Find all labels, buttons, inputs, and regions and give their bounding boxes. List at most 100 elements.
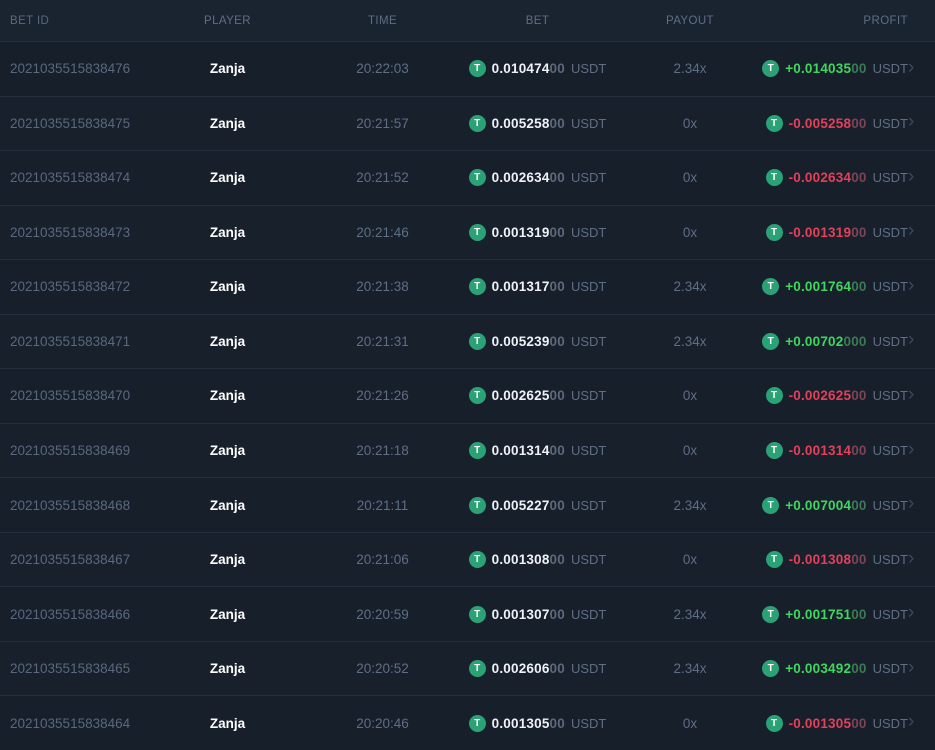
- tether-usdt-icon: T: [762, 496, 780, 514]
- table-row[interactable]: 2021035515838474 Zanja 20:21:52 T 0.0026…: [0, 150, 935, 205]
- player-name: Zanja: [209, 115, 246, 131]
- profit-amount-significant: +0.001764: [785, 279, 852, 295]
- profit-amount-trailing-zeros: 00: [851, 115, 867, 131]
- profit-cell: T +0.00175100 USDT: [762, 605, 908, 623]
- bet-amount-cell: T 0.01047400 USDT: [465, 60, 610, 78]
- bet-amount-significant: 0.001305: [491, 715, 550, 731]
- player-name: Zanja: [209, 224, 246, 240]
- currency-label: USDT: [570, 333, 607, 349]
- tether-usdt-icon: T: [762, 332, 780, 350]
- currency-label: USDT: [570, 115, 607, 131]
- column-header-player: PLAYER: [204, 14, 251, 27]
- profit-amount-significant: -0.001308: [788, 552, 852, 568]
- profit-amount-significant: +0.007004: [785, 497, 852, 513]
- chevron-right-icon[interactable]: ›: [908, 603, 935, 625]
- bet-amount: 0.00131900: [492, 225, 565, 240]
- table-row[interactable]: 2021035515838476 Zanja 20:22:03 T 0.0104…: [0, 41, 935, 96]
- bet-id: 2021035515838468: [10, 497, 131, 513]
- player-name: Zanja: [209, 279, 246, 295]
- table-row[interactable]: 2021035515838473 Zanja 20:21:46 T 0.0013…: [0, 204, 935, 260]
- profit-amount-trailing-zeros: 000: [843, 333, 867, 349]
- bet-amount: 0.00131700: [492, 279, 565, 294]
- payout-multiplier: 2.34x: [673, 279, 707, 295]
- tether-usdt-icon: T: [468, 223, 486, 241]
- bet-amount-cell: T 0.00131900 USDT: [465, 223, 610, 241]
- currency-label: USDT: [570, 170, 607, 186]
- profit-amount-significant: -0.001305: [788, 715, 852, 731]
- tether-usdt-icon: T: [762, 60, 780, 78]
- chevron-right-icon[interactable]: ›: [908, 167, 935, 189]
- bet-amount: 0.00522700: [492, 498, 565, 513]
- chevron-right-icon[interactable]: ›: [908, 112, 935, 134]
- chevron-right-icon[interactable]: ›: [908, 276, 935, 298]
- table-row[interactable]: 2021035515838465 Zanja 20:20:52 T 0.0026…: [0, 640, 935, 696]
- profit-amount-trailing-zeros: 00: [851, 497, 867, 513]
- tether-usdt-icon: T: [468, 114, 486, 132]
- bet-amount-significant: 0.001308: [491, 552, 550, 568]
- chevron-right-icon[interactable]: ›: [908, 494, 935, 516]
- chevron-right-icon[interactable]: ›: [908, 330, 935, 352]
- chevron-right-icon[interactable]: ›: [908, 440, 935, 462]
- table-row[interactable]: 2021035515838472 Zanja 20:21:38 T 0.0013…: [0, 259, 935, 314]
- profit-amount: -0.00525800: [789, 116, 867, 131]
- bet-amount: 0.00130800: [492, 552, 565, 567]
- currency-label: USDT: [570, 61, 607, 77]
- profit-amount-trailing-zeros: 00: [851, 388, 867, 404]
- bet-id: 2021035515838469: [10, 443, 131, 459]
- chevron-right-icon[interactable]: ›: [908, 712, 935, 734]
- bet-time: 20:21:06: [356, 552, 409, 568]
- player-name: Zanja: [209, 170, 246, 186]
- payout-multiplier: 0x: [682, 170, 698, 186]
- player-name: Zanja: [209, 497, 246, 513]
- bet-amount-significant: 0.001314: [491, 443, 550, 459]
- chevron-right-icon[interactable]: ›: [908, 221, 935, 243]
- chevron-right-icon[interactable]: ›: [908, 658, 935, 680]
- profit-cell: T -0.00262500 USDT: [765, 387, 908, 405]
- currency-label: USDT: [872, 606, 908, 622]
- table-row[interactable]: 2021035515838470 Zanja 20:21:26 T 0.0026…: [0, 368, 935, 423]
- bet-amount-significant: 0.002634: [491, 170, 550, 186]
- bet-amount: 0.00130500: [492, 716, 565, 731]
- table-row[interactable]: 2021035515838468 Zanja 20:21:11 T 0.0052…: [0, 477, 935, 532]
- bet-id: 2021035515838465: [10, 661, 131, 677]
- bet-amount-cell: T 0.00131400 USDT: [465, 442, 610, 460]
- bet-amount: 0.01047400: [492, 61, 565, 76]
- currency-label: USDT: [570, 715, 607, 731]
- table-row[interactable]: 2021035515838467 Zanja 20:21:06 T 0.0013…: [0, 531, 935, 587]
- bet-amount-significant: 0.005258: [491, 115, 550, 131]
- bet-time: 20:21:57: [356, 115, 409, 131]
- bet-amount: 0.00263400: [492, 170, 565, 185]
- tether-usdt-icon: T: [762, 605, 780, 623]
- bet-amount-trailing-zeros: 00: [549, 443, 565, 459]
- currency-label: USDT: [570, 497, 607, 513]
- tether-usdt-icon: T: [765, 442, 783, 460]
- profit-cell: T -0.00131400 USDT: [765, 442, 908, 460]
- bet-id: 2021035515838466: [10, 606, 131, 622]
- profit-amount-significant: +0.00702: [785, 333, 844, 349]
- tether-usdt-icon: T: [468, 387, 486, 405]
- table-row[interactable]: 2021035515838469 Zanja 20:21:18 T 0.0013…: [0, 422, 935, 478]
- currency-label: USDT: [872, 170, 908, 186]
- chevron-right-icon[interactable]: ›: [908, 58, 935, 80]
- profit-cell: T +0.00702000 USDT: [762, 332, 908, 350]
- bet-amount-significant: 0.005227: [491, 497, 550, 513]
- table-row[interactable]: 2021035515838471 Zanja 20:21:31 T 0.0052…: [0, 313, 935, 369]
- bet-history-table: BET ID PLAYER TIME BET PAYOUT PROFIT 202…: [0, 0, 935, 750]
- table-row[interactable]: 2021035515838475 Zanja 20:21:57 T 0.0052…: [0, 95, 935, 151]
- table-row[interactable]: 2021035515838466 Zanja 20:20:59 T 0.0013…: [0, 586, 935, 641]
- payout-multiplier: 0x: [682, 115, 698, 131]
- bet-time: 20:21:11: [356, 497, 409, 513]
- chevron-right-icon[interactable]: ›: [908, 385, 935, 407]
- tether-usdt-icon: T: [468, 60, 486, 78]
- bet-amount-cell: T 0.00130500 USDT: [465, 714, 610, 732]
- bet-amount-trailing-zeros: 00: [549, 279, 565, 295]
- profit-amount: -0.00262500: [789, 388, 867, 403]
- chevron-right-icon[interactable]: ›: [908, 549, 935, 571]
- table-row[interactable]: 2021035515838464 Zanja 20:20:46 T 0.0013…: [0, 695, 935, 750]
- payout-multiplier: 0x: [682, 388, 698, 404]
- bet-time: 20:21:18: [356, 443, 409, 459]
- tether-usdt-icon: T: [468, 169, 486, 187]
- bet-id: 2021035515838472: [10, 279, 131, 295]
- tether-usdt-icon: T: [468, 714, 486, 732]
- profit-amount-significant: +0.001751: [785, 606, 852, 622]
